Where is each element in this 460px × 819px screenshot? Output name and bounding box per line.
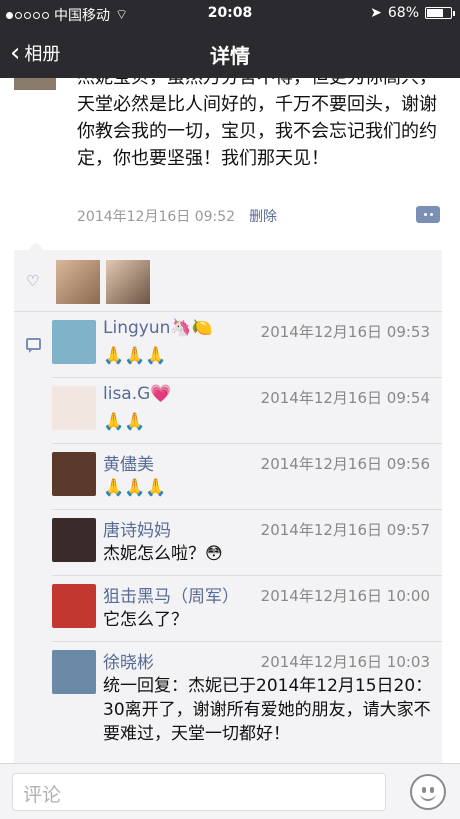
comment-input[interactable]: 评论	[12, 773, 386, 811]
commenter-name[interactable]: 徐晓彬	[103, 648, 154, 673]
comment-row[interactable]: lisa.G💗 2014年12月16日 09:54 🙏🙏	[52, 378, 442, 444]
commenter-avatar[interactable]	[52, 452, 96, 496]
delete-button[interactable]: 删除	[249, 206, 277, 226]
emoji-button[interactable]	[410, 774, 446, 810]
comment-row[interactable]: 唐诗妈妈 2014年12月16日 09:57 杰妮怎么啦？😳	[52, 510, 442, 576]
commenter-name[interactable]: 狙击黑马（周军）	[103, 582, 239, 607]
commenter-avatar[interactable]	[52, 584, 96, 628]
status-bar: 中国移动 ⌔ 20:08 ➤ 68%	[0, 0, 460, 28]
comment-menu-button[interactable]	[416, 206, 440, 223]
like-avatar[interactable]	[106, 260, 150, 304]
comment-icon	[26, 338, 41, 353]
like-avatar[interactable]	[56, 260, 100, 304]
commenter-avatar[interactable]	[52, 386, 96, 430]
comment-row[interactable]: 狙击黑马（周军） 2014年12月16日 10:00 它怎么了？	[52, 576, 442, 642]
comment-text: 🙏🙏🙏	[103, 346, 167, 366]
comment-time: 2014年12月16日 09:56	[260, 455, 430, 473]
commenter-avatar[interactable]	[52, 650, 96, 694]
comment-text: 🙏🙏🙏	[103, 478, 167, 498]
commenter-avatar[interactable]	[52, 320, 96, 364]
comment-row[interactable]: 黄儘美 2014年12月16日 09:56 🙏🙏🙏	[52, 444, 442, 510]
feedback-panel: ♡ Lingyun🦄🍋 2014年12月16日 09:53 🙏🙏🙏 lisa.G💗 20…	[14, 242, 442, 763]
post-text: 杰妮宝贝，虽然万分舍不得，但更为你高兴，天堂必然是比人间好的，千万不要回头，谢谢…	[77, 78, 437, 169]
location-icon: ➤	[370, 5, 382, 21]
status-right: ➤ 68%	[370, 5, 455, 21]
comment-text: 统一回复：杰妮已于2014年12月15日20：30离开了，谢谢所有爱她的朋友，请…	[103, 676, 433, 744]
likes-row: ♡	[14, 250, 442, 312]
page-title: 详情	[210, 44, 250, 68]
comment-text: 它怎么了？	[103, 610, 188, 630]
commenter-name[interactable]: 黄儘美	[103, 450, 154, 475]
comment-time: 2014年12月16日 09:54	[260, 389, 430, 407]
comment-text: 🙏🙏	[103, 412, 146, 432]
comment-input-bar: 评论	[0, 763, 460, 819]
battery-icon	[425, 7, 455, 19]
commenter-name[interactable]: Lingyun🦄🍋	[103, 318, 213, 338]
author-avatar[interactable]	[14, 78, 56, 90]
post-meta: 2014年12月16日 09:52 删除	[77, 206, 277, 226]
battery-percent: 68%	[387, 5, 419, 21]
comment-time: 2014年12月16日 09:53	[260, 323, 430, 341]
comment-row[interactable]: Lingyun🦄🍋 2014年12月16日 09:53 🙏🙏🙏	[52, 312, 442, 378]
comment-row[interactable]: 徐晓彬 2014年12月16日 10:03 统一回复：杰妮已于2014年12月15日…	[52, 642, 442, 763]
heart-icon: ♡	[26, 272, 40, 290]
commenter-name[interactable]: 唐诗妈妈	[103, 516, 171, 541]
commenter-avatar[interactable]	[52, 518, 96, 562]
comment-time: 2014年12月16日 10:03	[260, 653, 430, 671]
comment-time: 2014年12月16日 09:57	[260, 521, 430, 539]
comment-text: 杰妮怎么啦？😳	[103, 544, 223, 564]
post-detail: 杰妮宝贝，虽然万分舍不得，但更为你高兴，天堂必然是比人间好的，千万不要回头，谢谢…	[0, 78, 460, 763]
nav-bar: ‹ 相册 详情	[0, 28, 460, 78]
comment-time: 2014年12月16日 10:00	[260, 587, 430, 605]
commenter-name[interactable]: lisa.G💗	[103, 384, 171, 404]
post-time: 2014年12月16日 09:52	[77, 209, 236, 225]
